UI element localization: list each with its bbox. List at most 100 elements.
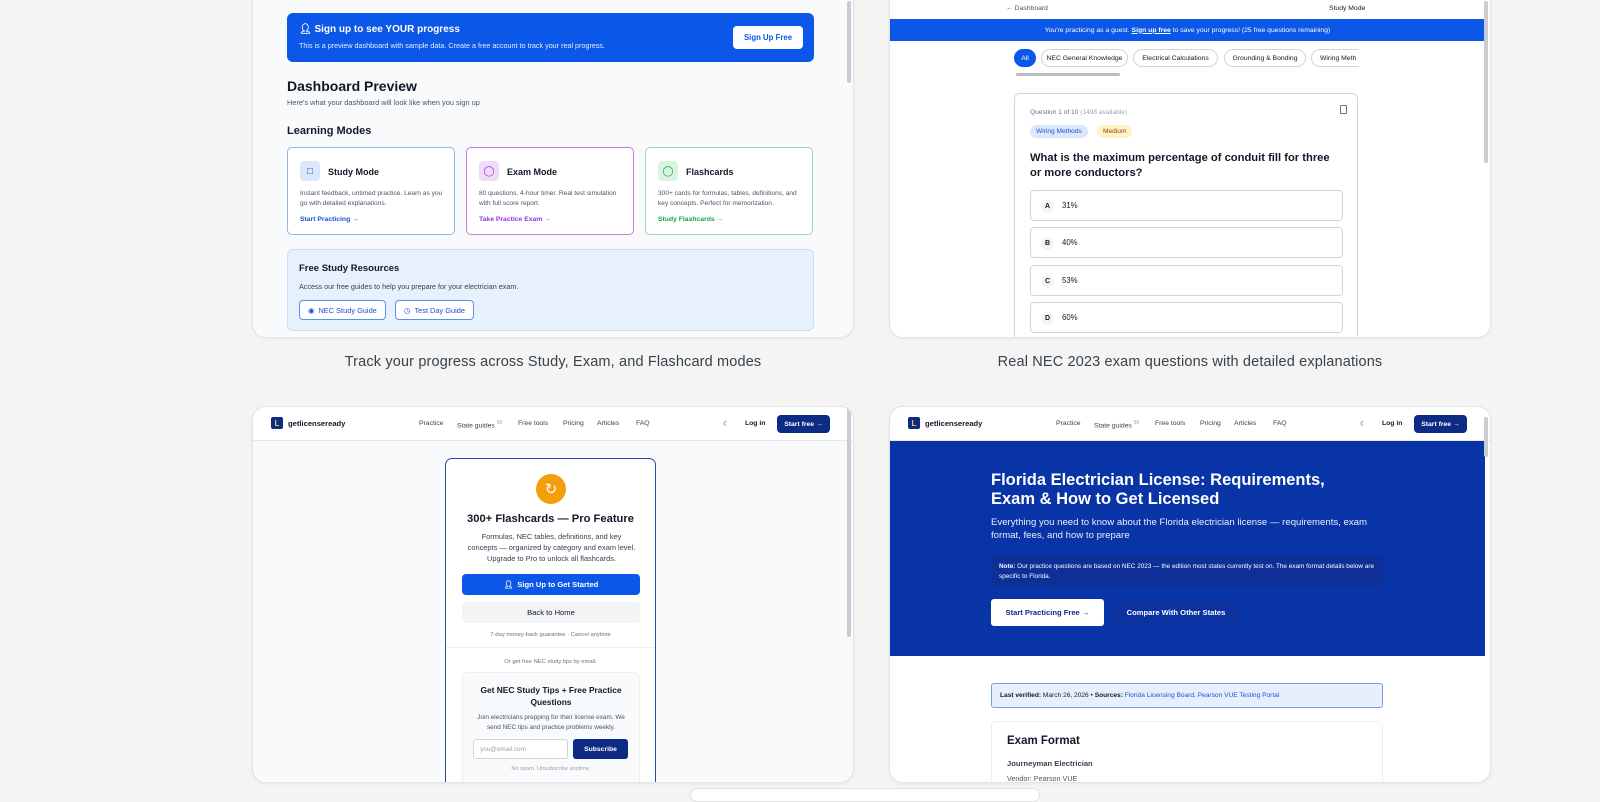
- start-free-button[interactable]: Start free →: [1414, 415, 1467, 433]
- start-practicing-link[interactable]: Start Practicing →: [300, 216, 359, 223]
- note-text: Our practice questions are based on NEC …: [999, 563, 1374, 580]
- nav-articles[interactable]: Articles: [1234, 420, 1256, 427]
- tabs-scrollbar[interactable]: [1016, 73, 1120, 76]
- brand-name: getlicenseready: [288, 418, 346, 428]
- theme-toggle-moon-icon[interactable]: ☾: [1360, 420, 1366, 428]
- vendor-text: Vendor: Pearson VUE: [1007, 774, 1078, 783]
- logo-icon: L: [908, 417, 920, 429]
- banner-subtitle: This is a preview dashboard with sample …: [299, 41, 606, 50]
- sign-up-free-link[interactable]: Sign up free: [1132, 27, 1171, 34]
- top-nav: Lgetlicenseready Practice State guides 5…: [253, 407, 853, 441]
- button-label: Test Day Guide: [414, 305, 465, 315]
- no-spam-text: No spam. Unsubscribe anytime.: [511, 766, 591, 772]
- flashcard-icon: ◯: [658, 161, 678, 181]
- test-day-guide-button[interactable]: ◷ Test Day Guide: [395, 300, 474, 320]
- free-study-resources: Free Study Resources Access our free gui…: [287, 249, 814, 331]
- answer-option-b[interactable]: B 40%: [1030, 227, 1343, 258]
- verification-bar: Last verified: March 26, 2026 • Sources:…: [991, 683, 1383, 708]
- sources-links[interactable]: Florida Licensing Board, Pearson VUE Tes…: [1125, 692, 1280, 699]
- email-input[interactable]: you@email.com: [473, 739, 568, 759]
- nav-free-tools[interactable]: Free tools: [518, 420, 548, 427]
- email-note: Or get free NEC study tips by email:: [504, 659, 597, 665]
- brand-name: getlicenseready: [925, 418, 983, 428]
- back-to-home-button[interactable]: Back to Home: [462, 602, 640, 623]
- tab-grounding-bonding[interactable]: Grounding & Bonding: [1224, 49, 1306, 67]
- nav-state-guides[interactable]: State guides 50: [1094, 420, 1139, 429]
- journeyman-heading: Journeyman Electrician: [1007, 759, 1093, 768]
- mode-desc: Instant feedback, untimed practice. Lear…: [300, 190, 443, 207]
- nav-free-tools[interactable]: Free tools: [1155, 420, 1185, 427]
- option-key: B: [1041, 237, 1054, 250]
- qavail: (1498 available): [1080, 109, 1128, 116]
- option-value: 31%: [1062, 201, 1078, 210]
- page-subtitle: Here's what your dashboard will look lik…: [287, 98, 480, 107]
- mode-desc: 80 questions, 4-hour timer. Real test si…: [479, 190, 617, 207]
- option-key: D: [1041, 312, 1054, 325]
- tab-nec-general[interactable]: NEC General Knowledge: [1041, 49, 1128, 67]
- pro-feature-card: ↻ 300+ Flashcards — Pro Feature Formulas…: [445, 458, 656, 782]
- resources-title: Free Study Resources: [299, 263, 400, 274]
- scrollbar[interactable]: [1484, 417, 1488, 457]
- nav-pricing[interactable]: Pricing: [563, 420, 584, 427]
- start-free-button[interactable]: Start free →: [777, 415, 830, 433]
- tab-wiring-methods[interactable]: Wiring Meth: [1311, 49, 1359, 67]
- login-link[interactable]: Log in: [745, 420, 765, 427]
- nec-study-guide-button[interactable]: ◉ NEC Study Guide: [299, 300, 386, 320]
- tab-all[interactable]: All: [1014, 49, 1036, 67]
- guest-text: You're practicing as a guest.: [1044, 26, 1130, 34]
- answer-option-a[interactable]: A 31%: [1030, 190, 1343, 221]
- take-practice-exam-link[interactable]: Take Practice Exam →: [479, 216, 551, 223]
- button-label: Sign Up to Get Started: [517, 580, 599, 589]
- compare-states-button[interactable]: Compare With Other States: [1112, 599, 1240, 626]
- back-to-dashboard-link[interactable]: ← Dashboard: [1006, 5, 1048, 12]
- scrollbar[interactable]: [847, 407, 851, 637]
- option-value: 40%: [1062, 238, 1078, 247]
- feature-desc: Formulas, NEC tables, definitions, and k…: [467, 532, 636, 563]
- state-count: 50: [496, 420, 503, 426]
- flashcards-card[interactable]: ◯ Flashcards 300+ cards for formulas, ta…: [645, 147, 813, 235]
- nav-faq[interactable]: FAQ: [1273, 420, 1287, 427]
- clock-icon: ◷: [404, 305, 411, 315]
- guest-text-end: to save your progress! (25 free question…: [1172, 26, 1331, 34]
- exam-format-card: Exam Format Journeyman Electrician Vendo…: [991, 721, 1383, 783]
- logo-icon: L: [271, 417, 283, 429]
- study-flashcards-link[interactable]: Study Flashcards →: [658, 216, 723, 223]
- sign-up-free-button[interactable]: Sign Up Free: [733, 26, 803, 49]
- florida-license-screenshot: Lgetlicenseready Practice State guides 5…: [889, 406, 1491, 783]
- tab-electrical-calculations[interactable]: Electrical Calculations: [1133, 49, 1218, 67]
- newsletter-box: Get NEC Study Tips + Free Practice Quest…: [462, 672, 640, 782]
- mode-name: Flashcards: [686, 167, 734, 177]
- eye-icon: ◉: [308, 305, 315, 315]
- topic-badge: Wiring Methods: [1030, 125, 1088, 138]
- subscribe-button[interactable]: Subscribe: [573, 739, 628, 759]
- answer-option-d[interactable]: D 60%: [1030, 302, 1343, 333]
- verified-date: March 26, 2026: [1042, 692, 1089, 699]
- brand-logo[interactable]: Lgetlicenseready: [908, 417, 982, 429]
- study-mode-card[interactable]: □ Study Mode Instant feedback, untimed p…: [287, 147, 455, 235]
- question-number: Question 1 of 10 (1498 available): [1030, 109, 1127, 116]
- nav-practice[interactable]: Practice: [1056, 420, 1081, 427]
- nav-articles[interactable]: Articles: [597, 420, 619, 427]
- bookmark-icon[interactable]: [1340, 105, 1347, 114]
- difficulty-badge: Medium: [1097, 125, 1133, 138]
- hero-title: Florida Electrician License: Requirement…: [991, 471, 1325, 508]
- scrollbar[interactable]: [847, 1, 851, 83]
- nav-pricing[interactable]: Pricing: [1200, 420, 1221, 427]
- caption-questions: Real NEC 2023 exam questions with detail…: [997, 354, 1383, 370]
- nav-faq[interactable]: FAQ: [636, 420, 650, 427]
- user-plus-icon: 👤︎: [503, 580, 514, 589]
- sign-up-button[interactable]: 👤︎ Sign Up to Get Started: [462, 574, 640, 595]
- top-nav: Lgetlicenseready Practice State guides 5…: [890, 407, 1490, 441]
- verified-label: Last verified:: [1000, 692, 1042, 699]
- theme-toggle-moon-icon[interactable]: ☾: [723, 420, 729, 428]
- scrollbar[interactable]: [1484, 1, 1488, 163]
- exam-mode-card[interactable]: ◯ Exam Mode 80 questions, 4-hour timer. …: [466, 147, 634, 235]
- nav-state-guides[interactable]: State guides 50: [457, 420, 502, 429]
- start-practicing-button[interactable]: Start Practicing Free →: [991, 599, 1104, 626]
- answer-option-c[interactable]: C 53%: [1030, 265, 1343, 296]
- nav-practice[interactable]: Practice: [419, 420, 444, 427]
- brand-logo[interactable]: Lgetlicenseready: [271, 417, 345, 429]
- note-box: Note: Our practice questions are based o…: [991, 556, 1383, 586]
- mode-name: Study Mode: [328, 167, 379, 177]
- login-link[interactable]: Log in: [1382, 420, 1402, 427]
